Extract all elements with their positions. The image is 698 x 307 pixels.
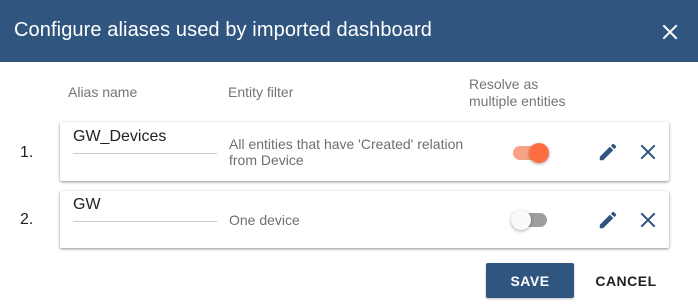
alias-name-field[interactable]: GW_Devices <box>73 128 217 154</box>
close-icon <box>640 144 656 160</box>
alias-row: GW_Devices All entities that have 'Creat… <box>60 122 669 181</box>
close-icon <box>640 212 656 228</box>
toggle-thumb <box>529 143 549 163</box>
dialog-header: Configure aliases used by imported dashb… <box>0 0 698 62</box>
resolve-multiple-toggle[interactable] <box>510 140 550 164</box>
remove-alias-button[interactable] <box>634 206 662 234</box>
alias-name-field[interactable]: GW <box>73 196 217 222</box>
cancel-button[interactable]: Cancel <box>585 263 667 298</box>
entity-filter-text: One device <box>229 212 300 228</box>
column-header-resolve-line2: multiple entities <box>469 93 566 109</box>
edit-alias-button[interactable] <box>594 138 622 166</box>
save-button[interactable]: Save <box>486 263 574 298</box>
entity-filter-text: All entities that have 'Created' relatio… <box>229 136 464 168</box>
dialog-title: Configure aliases used by imported dashb… <box>14 19 432 41</box>
remove-alias-button[interactable] <box>634 138 662 166</box>
alias-name-value: GW_Devices <box>73 128 167 145</box>
column-header-alias-name: Alias name <box>68 84 138 100</box>
resolve-multiple-toggle[interactable] <box>510 207 550 231</box>
row-index: 1. <box>20 144 34 161</box>
alias-name-value: GW <box>73 196 101 213</box>
column-header-resolve-line1: Resolve as <box>469 76 539 92</box>
column-header-resolve-multiple: Resolve as multiple entities <box>469 76 566 110</box>
column-header-entity-filter: Entity filter <box>228 84 294 100</box>
pencil-icon <box>599 143 617 161</box>
row-index: 2. <box>20 211 34 228</box>
alias-row: GW One device <box>60 191 669 248</box>
dialog-close-button[interactable] <box>656 18 684 46</box>
close-icon <box>662 24 678 40</box>
toggle-thumb <box>511 210 531 230</box>
edit-alias-button[interactable] <box>594 206 622 234</box>
pencil-icon <box>599 211 617 229</box>
